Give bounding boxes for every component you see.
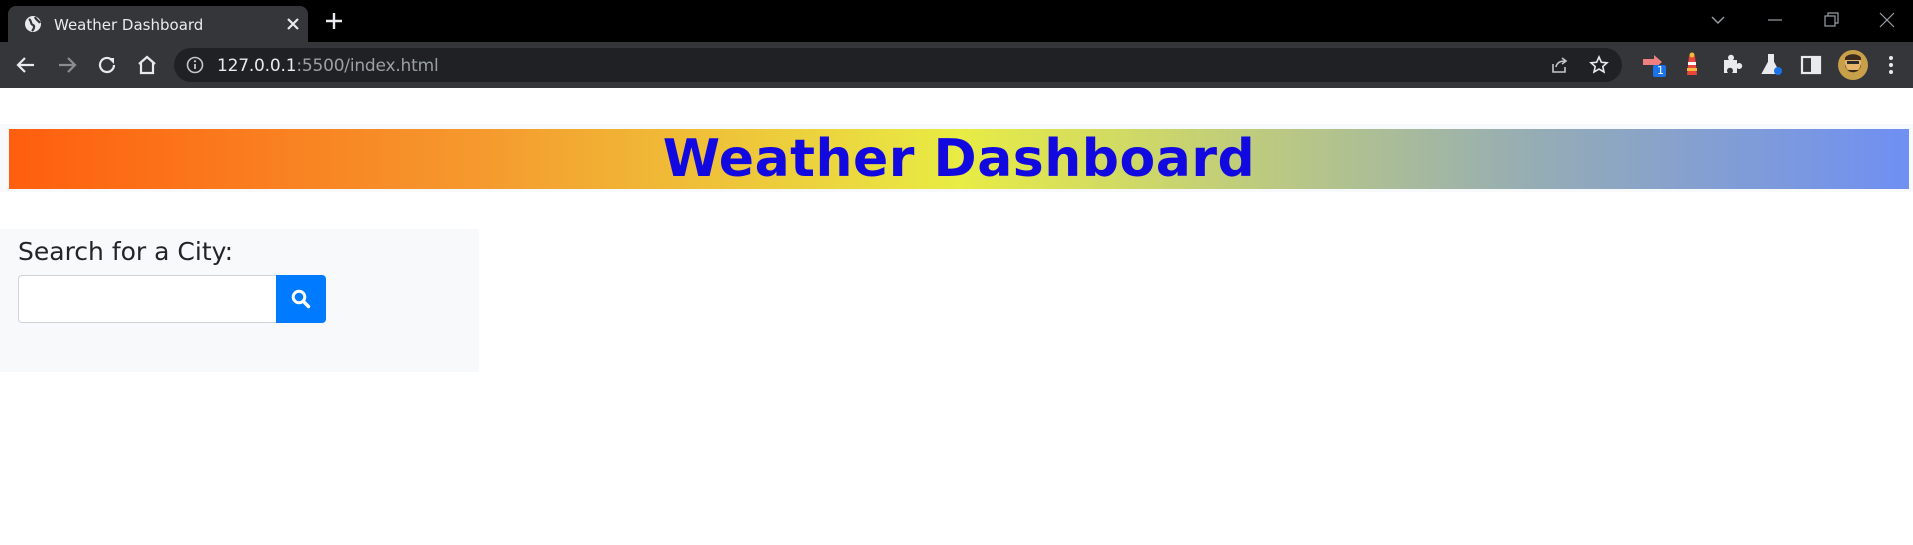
address-host: 127.0.0.1 <box>217 56 297 76</box>
info-icon[interactable] <box>186 56 204 74</box>
star-icon[interactable] <box>1589 55 1609 75</box>
close-icon[interactable] <box>284 15 302 33</box>
header-banner: Weather Dashboard <box>9 129 1909 189</box>
labs-flask-icon[interactable] <box>1757 51 1785 79</box>
search-icon <box>291 289 311 309</box>
window-close-icon[interactable] <box>1876 9 1898 31</box>
tab-title: Weather Dashboard <box>54 16 204 34</box>
address-url: 127.0.0.1:5500/index.html <box>217 56 439 76</box>
tab-search-chevron-icon[interactable] <box>1707 9 1729 31</box>
extension-badge-button[interactable]: 1 <box>1640 51 1668 79</box>
plus-icon[interactable] <box>323 10 345 32</box>
share-icon[interactable] <box>1550 55 1570 75</box>
search-panel: Search for a City: <box>0 229 479 372</box>
extension-badge-count: 1 <box>1657 64 1664 77</box>
back-arrow-icon[interactable] <box>14 53 38 77</box>
address-bar[interactable]: 127.0.0.1:5500/index.html <box>174 48 1622 82</box>
page-title: Weather Dashboard <box>662 129 1256 189</box>
address-path: :5500/index.html <box>296 56 439 76</box>
browser-tab[interactable]: Weather Dashboard <box>8 6 308 42</box>
minimize-icon[interactable] <box>1764 9 1786 31</box>
browser-toolbar: 127.0.0.1:5500/index.html 1 <box>0 42 1913 88</box>
search-button[interactable] <box>276 275 326 323</box>
browser-tab-strip: Weather Dashboard <box>0 0 1913 42</box>
restore-icon[interactable] <box>1820 9 1842 31</box>
forward-arrow-icon[interactable] <box>55 53 79 77</box>
globe-icon <box>25 16 41 32</box>
puzzle-extensions-icon[interactable] <box>1718 51 1746 79</box>
search-label: Search for a City: <box>18 237 234 266</box>
avatar[interactable] <box>1837 49 1869 81</box>
lighthouse-extension-icon[interactable] <box>1678 51 1706 79</box>
menu-kebab-icon[interactable] <box>1877 51 1905 79</box>
city-search-input[interactable] <box>18 275 277 323</box>
header-jumbotron: Weather Dashboard <box>0 124 1913 192</box>
reload-icon[interactable] <box>95 53 119 77</box>
page-body: Weather Dashboard Search for a City: <box>0 88 1913 545</box>
home-icon[interactable] <box>135 53 159 77</box>
side-panel-icon[interactable] <box>1797 51 1825 79</box>
